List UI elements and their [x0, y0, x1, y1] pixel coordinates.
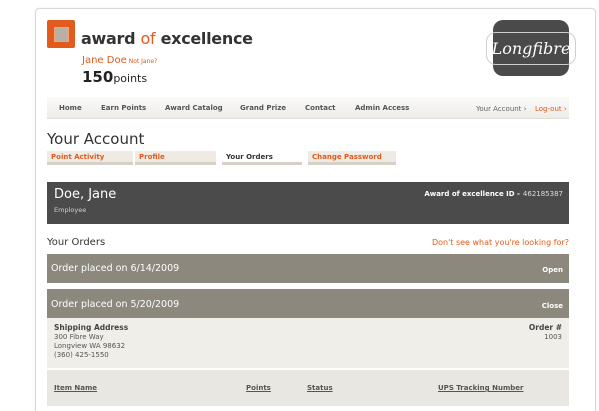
- award-id: Award of excellence ID -462185387: [424, 190, 563, 198]
- award-logo-icon: [47, 20, 75, 48]
- order-label-1: Order placed on 6/14/2009: [51, 263, 180, 274]
- nav-award-catalog[interactable]: Award Catalog: [165, 104, 223, 112]
- col-points[interactable]: Points: [246, 384, 271, 392]
- not-me-link[interactable]: Not Jane?: [129, 58, 158, 65]
- nav-admin-access[interactable]: Admin Access: [355, 104, 409, 112]
- order-close-button[interactable]: Close: [542, 302, 563, 310]
- address-line: (360) 425-1550: [54, 351, 109, 359]
- tab-profile[interactable]: Profile: [135, 151, 216, 165]
- address-line: 300 Fibre Way: [54, 333, 104, 341]
- your-account-link[interactable]: Your Account ›: [476, 105, 526, 113]
- nav-contact[interactable]: Contact: [305, 104, 336, 112]
- help-link[interactable]: Don't see what you're looking for?: [432, 238, 569, 247]
- customer-name: Doe, Jane: [54, 187, 117, 202]
- order-label-2: Order placed on 5/20/2009: [51, 299, 180, 310]
- tab-change-password[interactable]: Change Password: [308, 151, 396, 165]
- shipping-address-label: Shipping Address: [54, 323, 129, 332]
- logout-link[interactable]: Log-out ›: [535, 105, 567, 113]
- order-number-label: Order #: [528, 323, 562, 332]
- order-open-button[interactable]: Open: [542, 266, 563, 274]
- page-title: Your Account: [47, 130, 145, 148]
- points-balance: 150points: [82, 68, 148, 86]
- col-ups-tracking[interactable]: UPS Tracking Number: [438, 384, 523, 392]
- tab-point-activity[interactable]: Point Activity: [47, 151, 133, 165]
- nav-home[interactable]: Home: [59, 104, 82, 112]
- customer-panel: [47, 182, 569, 224]
- tab-your-orders[interactable]: Your Orders: [222, 151, 302, 165]
- nav-earn-points[interactable]: Earn Points: [101, 104, 146, 112]
- col-item-name[interactable]: Item Name: [54, 384, 97, 392]
- partner-logo: Longfibre: [485, 20, 577, 76]
- nav-grand-prize[interactable]: Grand Prize: [240, 104, 286, 112]
- brand-title: award of excellence: [81, 29, 253, 48]
- address-line: Longview WA 98632: [54, 342, 126, 350]
- order-number: 1003: [544, 333, 562, 341]
- col-status[interactable]: Status: [307, 384, 333, 392]
- orders-title: Your Orders: [47, 237, 106, 248]
- customer-role: Employee: [54, 206, 87, 214]
- user-name: Jane Doe Not Jane?: [82, 55, 158, 66]
